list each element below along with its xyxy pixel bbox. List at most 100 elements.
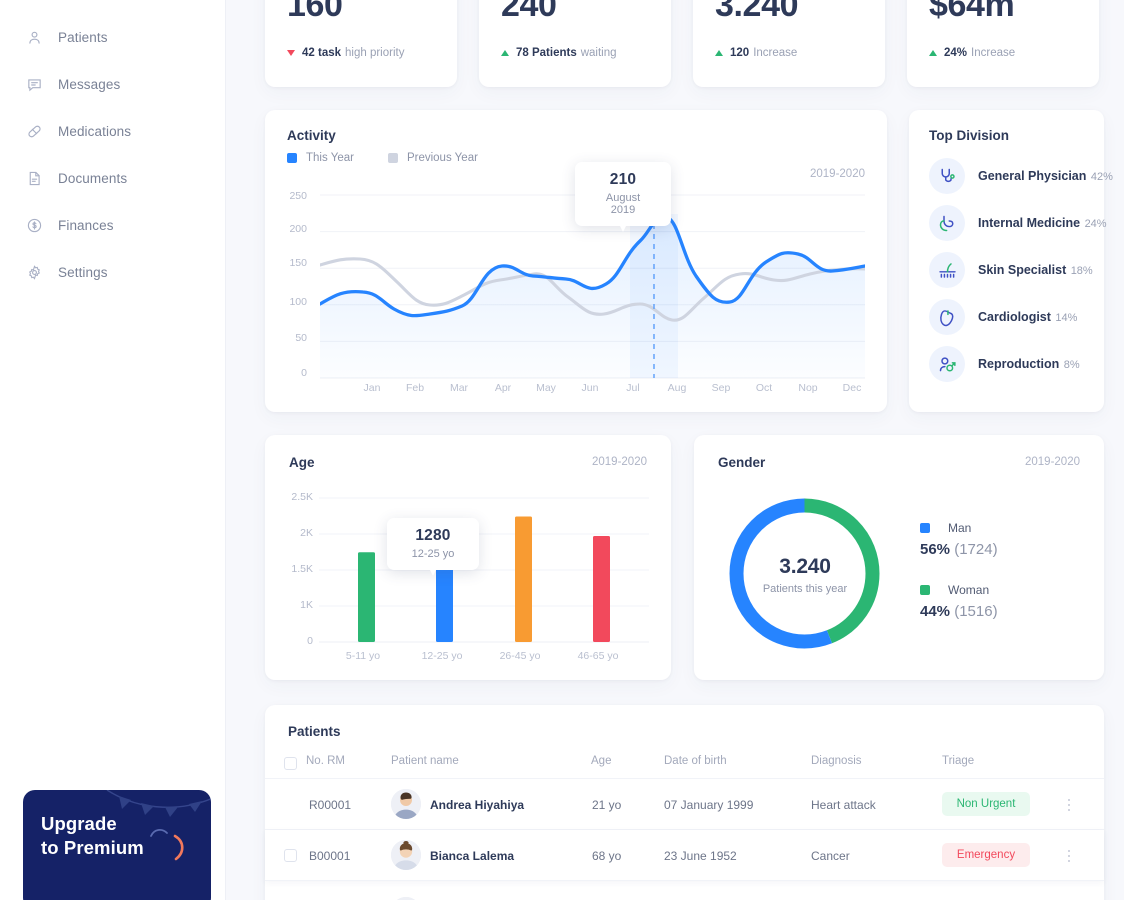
division-pct: 8% [1063,359,1080,371]
x-tick-jun: Jun [581,382,599,394]
legend-label: This Year [306,152,354,164]
stat-delta-suffix: waiting [580,47,617,59]
sidebar-item-label: Messages [58,76,121,92]
stat-value: 160 [287,0,343,24]
x-tick-5-11-yo: 5-11 yo [345,650,381,662]
stat-card-important-tasks[interactable]: Important Tasks 160 42 task high priorit… [265,0,457,87]
age-chart-card: Age 2019-2020 2.5K 2K 1.5K 1K 0 1280 12-… [265,435,671,680]
stat-footnote: 42 task high priority [287,47,404,59]
dashboard-root: Patients Messages Medications Documents … [0,0,1124,900]
status-badge: Emergency [942,843,1030,867]
row-checkbox[interactable] [284,849,297,862]
activity-tooltip: 210 August 2019 [575,162,671,232]
legend-pct: 56% [920,541,951,558]
table-row[interactable]: D00001 Jaka Hardika 75 yo 17 August 1945… [265,887,1104,900]
legend-item-previous-year[interactable]: Previous Year [387,152,478,164]
cell-no-rm: B00001 [309,849,351,863]
legend-item-this-year[interactable]: This Year [287,152,354,164]
x-tick-jan: Jan [363,382,381,394]
gender-period: 2019-2020 [1025,456,1080,468]
stat-card-total-patients[interactable]: Total Patients 3.240 120 Increase [693,0,885,87]
sidebar-item-documents[interactable]: Documents [0,161,225,195]
age-tooltip: 1280 12-25 yo [387,518,479,576]
dollar-circle-icon [24,215,44,235]
legend-label: Previous Year [406,152,478,164]
row-menu-icon[interactable] [1062,846,1076,866]
avatar [391,840,421,870]
column-header-date-of-birth[interactable]: Date of birth [664,755,727,767]
stat-footnote: 78 Patients waiting [501,47,617,59]
trend-up-icon [715,50,723,56]
y-tick-2k: 2K [300,527,313,539]
stat-value: $64m [929,0,1015,24]
row-menu-icon[interactable] [1062,795,1076,815]
column-header-age[interactable]: Age [591,755,611,767]
division-item-cardiologist[interactable]: Cardiologist 14% [929,299,1124,335]
division-pct: 42% [1090,171,1113,183]
cell-age: 68 yo [592,849,622,863]
x-tick-26-45-yo: 26-45 yo [499,650,541,662]
division-item-reproduction[interactable]: Reproduction 8% [929,346,1124,382]
y-tick-150: 150 [289,257,307,269]
status-badge: Non Urgent [942,792,1030,816]
cell-age: 21 yo [592,798,622,812]
division-pct: 18% [1070,265,1093,277]
division-item-internal-medicine[interactable]: Internal Medicine 24% [929,205,1124,241]
column-header-no-rm[interactable]: No. RM [306,755,345,767]
division-name: Skin Specialist [978,263,1067,277]
stat-card-total-payments[interactable]: Total Payments $64m 24% Increase [907,0,1099,87]
y-tick-200: 200 [289,223,307,235]
gear-icon [24,262,44,282]
confetti-ribbon-icon [173,834,184,861]
chat-bubble-icon [24,74,44,94]
pill-icon [24,121,44,141]
activity-legend: This Year Previous Year [287,152,512,164]
sidebar-item-medications[interactable]: Medications [0,114,225,148]
select-all-checkbox[interactable] [284,757,297,770]
sidebar-item-finances[interactable]: Finances [0,208,225,242]
x-tick-sep: Sep [711,382,731,394]
reproduction-icon [929,346,965,382]
stat-delta-suffix: Increase [753,47,798,59]
sidebar-item-label: Finances [58,217,114,233]
legend-top: Woman [920,583,998,597]
table-row[interactable]: B00001 Bianca Lalema 68 yo 23 June 1952 … [265,830,1104,881]
sidebar-item-messages[interactable]: Messages [0,67,225,101]
sidebar-item-label: Settings [58,264,108,280]
table-row[interactable]: R00001 Andrea Hiyahiya 21 yo 07 January … [265,779,1104,830]
sidebar-item-patients[interactable]: Patients [0,20,225,54]
stat-delta-suffix: high priority [345,47,405,59]
legend-label: Man [948,521,972,535]
gender-chart-card: Gender 2019-2020 3.240 Patients this yea… [694,435,1104,680]
stethoscope-icon [929,158,965,194]
division-text: Skin Specialist 18% [978,261,1093,279]
legend-pct: 44% [920,603,951,620]
sidebar-item-settings[interactable]: Settings [0,255,225,289]
y-tick-250: 250 [289,190,307,202]
card-title: Activity [287,128,336,143]
gender-legend-man[interactable]: Man 56% (1724) [920,521,998,558]
stat-delta: 24% [944,47,968,59]
x-tick-46-65-yo: 46-65 yo [577,650,619,662]
stat-footnote: 24% Increase [929,47,1015,59]
x-tick-jul: Jul [626,382,640,394]
cell-patient-name: Bianca Lalema [430,849,515,863]
column-header-triage[interactable]: Triage [942,755,974,767]
column-header-diagnosis[interactable]: Diagnosis [811,755,862,767]
cell-diagnosis: Heart attack [811,798,876,812]
main-content: Important Tasks 160 42 task high priorit… [226,0,1124,900]
y-tick-2-5k: 2.5K [291,491,313,503]
gender-legend-woman[interactable]: Woman 44% (1516) [920,583,998,620]
division-item-general-physician[interactable]: General Physician 42% [929,158,1124,194]
donut-center-label: 3.240 Patients this year [735,555,875,595]
division-item-skin-specialist[interactable]: Skin Specialist 18% [929,252,1124,288]
division-text: Internal Medicine 24% [978,214,1107,232]
sidebar: Patients Messages Medications Documents … [0,0,226,900]
upgrade-to-premium-card[interactable]: Upgrade to Premium [23,790,211,900]
card-title: Patients [288,724,341,739]
donut-center-value: 3.240 [779,555,831,578]
column-header-patient-name[interactable]: Patient name [391,755,459,767]
legend-count: (1724) [954,541,998,558]
stat-card-new-patients[interactable]: New Patients 240 78 Patients waiting [479,0,671,87]
x-tick-mar: Mar [449,382,469,394]
